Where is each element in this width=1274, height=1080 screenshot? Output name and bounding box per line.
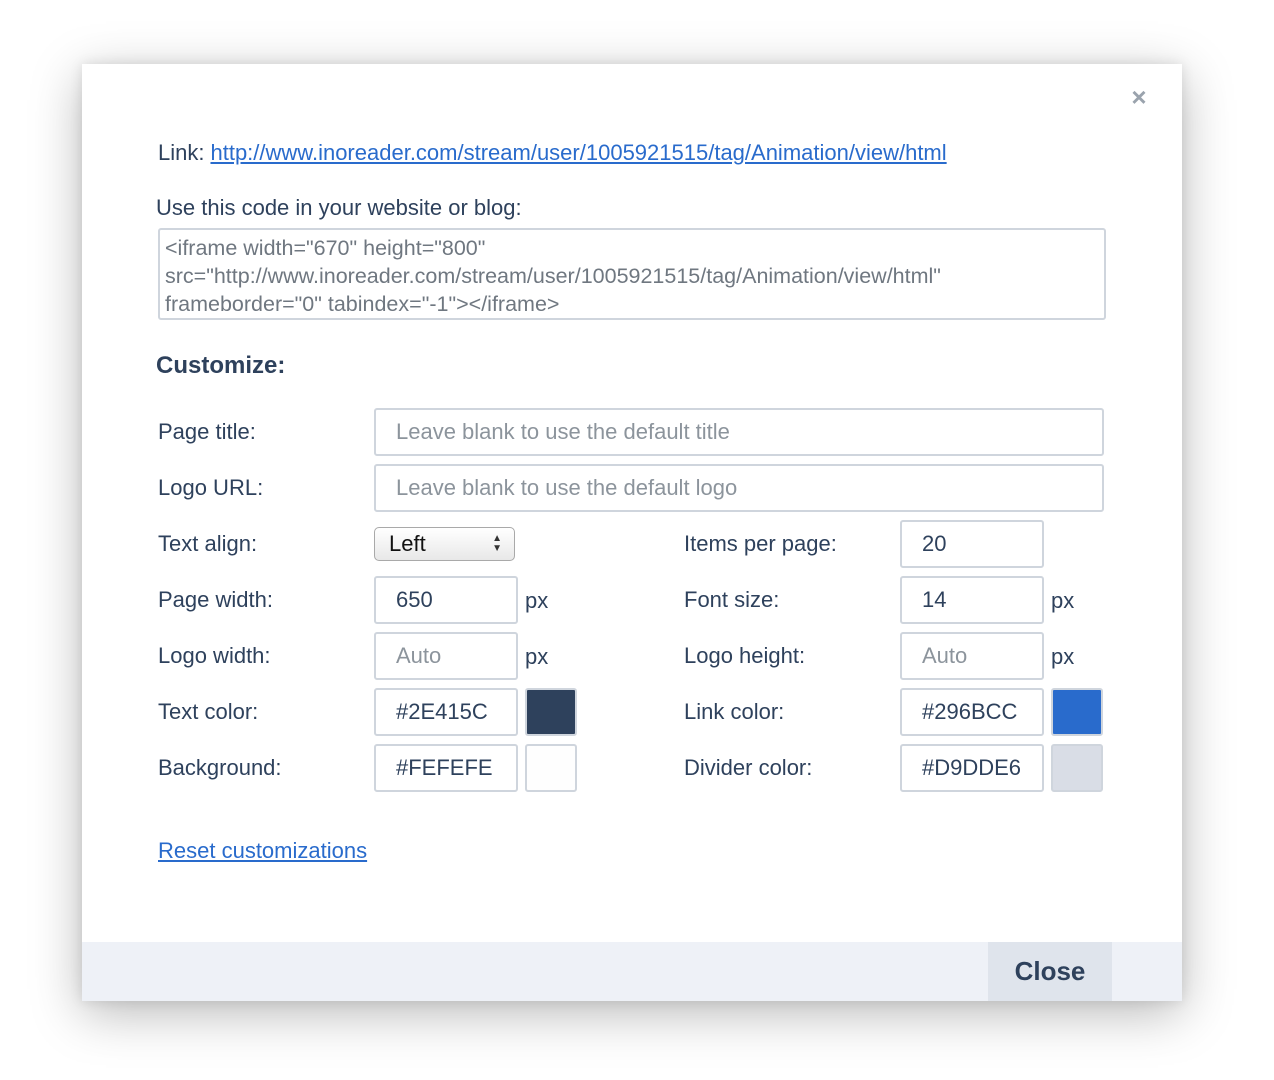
embed-dialog: × Link: http://www.inoreader.com/stream/u…	[82, 64, 1182, 1001]
logo-height-label: Logo height:	[684, 643, 806, 668]
text-align-value: Left	[389, 531, 426, 556]
divider-color-input[interactable]	[900, 744, 1044, 792]
font-size-unit: px	[1051, 588, 1075, 613]
text-color-label: Text color:	[158, 699, 259, 724]
text-color-input[interactable]	[374, 688, 518, 736]
link-color-swatch[interactable]	[1051, 688, 1103, 736]
logo-url-label: Logo URL:	[158, 475, 264, 500]
background-input[interactable]	[374, 744, 518, 792]
close-button[interactable]: Close	[988, 942, 1112, 1001]
background-swatch[interactable]	[525, 744, 577, 792]
divider-color-label: Divider color:	[684, 755, 813, 780]
logo-width-input[interactable]	[374, 632, 518, 680]
background-label: Background:	[158, 755, 282, 780]
dialog-footer: Close	[82, 942, 1182, 1001]
link-label: Link:	[158, 140, 205, 165]
page-width-unit: px	[525, 588, 549, 613]
link-row: Link: http://www.inoreader.com/stream/use…	[158, 140, 947, 166]
logo-width-unit: px	[525, 644, 549, 669]
font-size-label: Font size:	[684, 587, 780, 612]
items-per-page-label: Items per page:	[684, 531, 837, 556]
page-width-label: Page width:	[158, 587, 273, 612]
close-icon[interactable]: ×	[1126, 84, 1152, 110]
text-align-select[interactable]: Left ▲ ▼	[374, 527, 515, 561]
select-arrows-icon: ▲ ▼	[492, 533, 502, 554]
text-align-label: Text align:	[158, 531, 258, 556]
logo-url-input[interactable]	[374, 464, 1104, 512]
font-size-input[interactable]	[900, 576, 1044, 624]
reset-customizations-link[interactable]: Reset customizations	[158, 838, 367, 864]
stream-link[interactable]: http://www.inoreader.com/stream/user/100…	[210, 140, 946, 165]
page-title-input[interactable]	[374, 408, 1104, 456]
embed-code-label: Use this code in your website or blog:	[156, 195, 522, 220]
items-per-page-input[interactable]	[900, 520, 1044, 568]
text-color-swatch[interactable]	[525, 688, 577, 736]
embed-code-textarea[interactable]: <iframe width="670" height="800" src="ht…	[158, 228, 1106, 320]
link-color-input[interactable]	[900, 688, 1044, 736]
logo-height-unit: px	[1051, 644, 1075, 669]
divider-color-swatch[interactable]	[1051, 744, 1103, 792]
page-width-input[interactable]	[374, 576, 518, 624]
logo-height-input[interactable]	[900, 632, 1044, 680]
link-color-label: Link color:	[684, 699, 785, 724]
customize-heading: Customize:	[156, 352, 286, 379]
logo-width-label: Logo width:	[158, 643, 271, 668]
page-title-label: Page title:	[158, 419, 256, 444]
